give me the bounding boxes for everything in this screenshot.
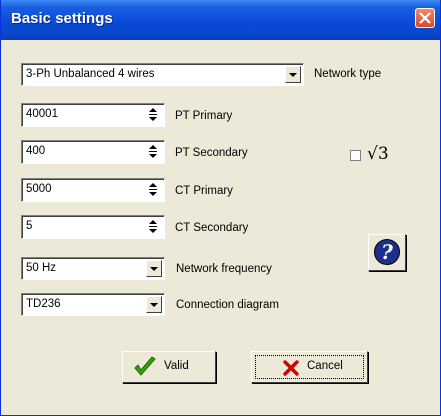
chevron-down-icon: [150, 303, 158, 307]
spin-down-icon: [149, 117, 157, 121]
sqrt3-checkbox[interactable]: [350, 150, 361, 161]
pt-primary-spinner[interactable]: [146, 106, 161, 124]
chevron-down-icon: [289, 73, 297, 77]
valid-button-label: Valid: [164, 360, 189, 372]
ct-secondary-input[interactable]: 5: [21, 215, 165, 239]
spin-up-icon: [149, 108, 157, 112]
pt-primary-input[interactable]: 40001: [21, 103, 165, 127]
red-x-icon: [283, 360, 299, 376]
valid-button[interactable]: Valid: [122, 351, 216, 383]
ct-primary-input[interactable]: 5000: [21, 178, 165, 202]
title-bar[interactable]: Basic settings: [1, 0, 440, 40]
connection-diagram-value: TD236: [26, 298, 61, 310]
pt-secondary-spinner[interactable]: [146, 143, 161, 161]
help-button[interactable]: ?: [368, 234, 406, 271]
cancel-button[interactable]: Cancel: [251, 351, 368, 383]
spin-down-icon: [149, 229, 157, 233]
ct-primary-spinner[interactable]: [146, 181, 161, 199]
ct-primary-value: 5000: [26, 183, 52, 195]
help-icon: ?: [374, 239, 400, 265]
spin-down-icon: [149, 154, 157, 158]
pt-secondary-label: PT Secondary: [175, 147, 248, 159]
network-type-dropdown-button[interactable]: [285, 66, 301, 83]
spin-up-icon: [149, 145, 157, 149]
window-title: Basic settings: [11, 10, 113, 27]
pt-secondary-value: 400: [26, 145, 46, 157]
basic-settings-dialog: Basic settings 3-Ph Unbalanced 4 wires N…: [0, 0, 441, 416]
ct-secondary-spinner[interactable]: [146, 218, 161, 236]
spin-down-icon: [149, 192, 157, 196]
pt-primary-label: PT Primary: [175, 110, 233, 122]
svg-text:?: ?: [381, 240, 393, 264]
network-frequency-dropdown-button[interactable]: [146, 260, 162, 277]
pt-secondary-input[interactable]: 400: [21, 140, 165, 164]
network-type-label: Network type: [314, 68, 382, 80]
chevron-down-icon: [150, 267, 158, 271]
ct-secondary-value: 5: [26, 220, 33, 232]
network-frequency-label: Network frequency: [176, 263, 272, 275]
ct-primary-label: CT Primary: [175, 185, 233, 197]
sqrt3-label: √3: [367, 144, 389, 164]
cancel-button-label: Cancel: [307, 360, 343, 372]
close-icon: [419, 12, 431, 24]
spin-up-icon: [149, 220, 157, 224]
spin-up-icon: [149, 183, 157, 187]
network-frequency-value: 50 Hz: [26, 262, 57, 274]
network-type-value: 3-Ph Unbalanced 4 wires: [26, 68, 155, 80]
connection-diagram-select[interactable]: TD236: [21, 293, 165, 316]
checkmark-icon: [134, 356, 156, 376]
ct-secondary-label: CT Secondary: [175, 222, 249, 234]
close-button[interactable]: [415, 8, 435, 28]
network-type-select[interactable]: 3-Ph Unbalanced 4 wires: [21, 63, 304, 86]
pt-primary-value: 40001: [26, 108, 58, 120]
network-frequency-select[interactable]: 50 Hz: [21, 257, 165, 280]
connection-diagram-label: Connection diagram: [176, 299, 279, 311]
connection-diagram-dropdown-button[interactable]: [146, 296, 162, 313]
